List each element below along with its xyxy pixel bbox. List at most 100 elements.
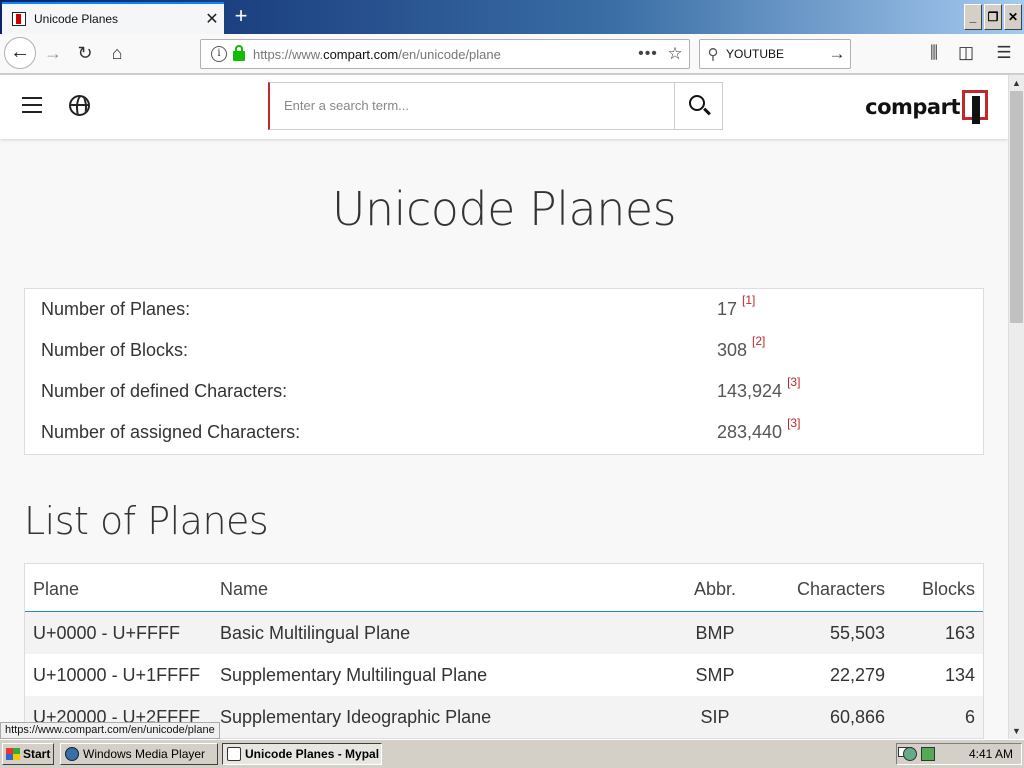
column-header-characters[interactable]: Characters — [785, 564, 885, 614]
vertical-scrollbar[interactable]: ▲ ▼ — [1008, 75, 1024, 739]
forward-arrow-icon: → — [44, 43, 62, 63]
plane-range: U+0000 - U+FFFF — [33, 623, 181, 643]
stat-label: Number of assigned Characters: — [41, 422, 301, 442]
tab-title: Unicode Planes — [34, 12, 119, 26]
table-header-row: Plane Name Abbr. Characters Blocks — [25, 564, 983, 612]
minimize-button[interactable]: _ — [964, 4, 982, 30]
reload-button[interactable]: ↻ — [72, 40, 98, 66]
plane-abbr: SIP — [700, 707, 730, 727]
new-tab-button[interactable]: + — [226, 3, 256, 31]
table-row[interactable]: U+10000 - U+1FFFF Supplementary Multilin… — [25, 654, 983, 696]
stat-value: 143,924 [3] — [717, 375, 801, 401]
bookmark-star-icon[interactable]: ☆ — [661, 44, 689, 64]
reload-icon: ↻ — [77, 43, 93, 63]
scroll-down-icon[interactable]: ▼ — [1009, 723, 1024, 739]
close-tab-icon[interactable]: ✕ — [200, 9, 224, 29]
network-icon[interactable] — [903, 747, 917, 761]
plane-blocks: 6 — [964, 707, 975, 727]
compart-logo[interactable]: compart — [865, 90, 992, 124]
home-icon: ⌂ — [111, 43, 123, 63]
browser-search-text[interactable]: YOUTUBE — [726, 47, 824, 61]
start-label: Start — [23, 747, 51, 761]
table-row[interactable]: U+0000 - U+FFFF Basic Multilingual Plane… — [25, 612, 983, 654]
close-window-button[interactable]: ✕ — [1004, 4, 1022, 30]
stat-value: 283,440 [3] — [717, 416, 801, 442]
column-header-blocks[interactable]: Blocks — [905, 564, 975, 614]
statistics-box: Number of Planes: 17 [1] Number of Blocks… — [24, 288, 984, 455]
sidebar-icon[interactable]: ◫ — [952, 40, 980, 66]
restore-button[interactable]: ❐ — [984, 4, 1002, 30]
language-globe-icon[interactable] — [69, 95, 90, 116]
forward-button[interactable]: → — [40, 40, 66, 66]
stat-label: Number of Planes: — [41, 299, 191, 319]
plane-characters: 22,279 — [829, 665, 885, 685]
compart-favicon-icon — [12, 12, 26, 26]
plane-blocks: 134 — [944, 665, 975, 685]
column-header-plane[interactable]: Plane — [33, 564, 79, 614]
hamburger-menu-icon[interactable] — [22, 97, 42, 113]
stat-value: 308 [2] — [717, 334, 766, 360]
footnote-link[interactable]: [3] — [787, 375, 800, 389]
lock-icon — [233, 45, 245, 61]
page-actions-icon[interactable]: ••• — [635, 45, 661, 63]
stat-row: Number of Planes: 17 [1] — [25, 289, 985, 330]
plane-range: U+10000 - U+1FFFF — [33, 665, 201, 685]
plane-name: Supplementary Multilingual Plane — [220, 665, 488, 685]
scroll-up-icon[interactable]: ▲ — [1009, 75, 1024, 91]
plane-blocks: 163 — [944, 623, 975, 643]
link-status-bar: https://www.compart.com/en/unicode/plane — [0, 722, 220, 739]
column-header-name[interactable]: Name — [220, 564, 268, 614]
plane-abbr: SMP — [695, 665, 735, 685]
task-mypal-browser[interactable]: Unicode Planes - Mypal — [222, 743, 382, 765]
mypal-browser-icon — [227, 747, 241, 761]
logo-text: compart — [865, 95, 960, 119]
section-title: List of Planes — [24, 499, 269, 543]
plane-characters: 55,503 — [829, 623, 885, 643]
url-text[interactable]: https://www.compart.com/en/unicode/plane — [253, 47, 635, 62]
task-label: Unicode Planes - Mypal — [245, 747, 380, 761]
site-search-button[interactable] — [674, 83, 722, 129]
stat-row: Number of assigned Characters: 283,440 [3… — [25, 412, 985, 453]
stat-row: Number of defined Characters: 143,924 [3] — [25, 371, 985, 412]
footnote-link[interactable]: [1] — [742, 293, 755, 307]
url-host: compart.com — [323, 46, 399, 62]
site-header: Enter a search term... compart — [0, 75, 1008, 139]
windows-flag-icon — [6, 748, 20, 760]
url-prefix: https://www. — [253, 46, 324, 62]
window-controls: _ ❐ ✕ — [964, 4, 1022, 30]
search-go-icon[interactable]: → — [824, 44, 850, 64]
footnote-link[interactable]: [3] — [787, 416, 800, 430]
planes-table: Plane Name Abbr. Characters Blocks U+000… — [24, 563, 984, 739]
site-search-box: Enter a search term... — [268, 82, 723, 130]
navigation-toolbar: ← → ↻ ⌂ i https://www.compart.com/en/uni… — [0, 34, 1024, 74]
plane-abbr: BMP — [695, 623, 735, 643]
task-label: Windows Media Player — [83, 747, 206, 761]
plane-name: Supplementary Ideographic Plane — [220, 707, 492, 727]
site-info-icon[interactable]: i — [211, 46, 227, 62]
plane-name: Basic Multilingual Plane — [220, 623, 411, 643]
tab-unicode-planes[interactable]: Unicode Planes ✕ — [2, 2, 224, 34]
footnote-link[interactable]: [2] — [752, 334, 765, 348]
site-search-input[interactable]: Enter a search term... — [284, 83, 409, 129]
scrollbar-thumb[interactable] — [1010, 91, 1023, 323]
stat-value: 17 [1] — [717, 293, 756, 319]
stat-label: Number of Blocks: — [41, 340, 189, 360]
task-windows-media-player[interactable]: Windows Media Player — [60, 743, 218, 765]
home-button[interactable]: ⌂ — [104, 40, 130, 66]
media-player-icon — [65, 747, 79, 761]
clock[interactable]: 4:41 AM — [969, 744, 1013, 764]
start-button[interactable]: Start — [2, 743, 54, 765]
library-icon[interactable]: ⫼ — [920, 40, 948, 66]
search-icon: ⚲ — [707, 46, 719, 63]
url-path: /en/unicode/plane — [398, 46, 501, 62]
menu-icon[interactable]: ☰ — [990, 40, 1018, 66]
back-button[interactable]: ← — [4, 37, 36, 69]
system-tray: 4:41 AM — [896, 743, 1022, 765]
browser-search-bar[interactable]: ⚲ YOUTUBE → — [699, 39, 851, 69]
volume-icon[interactable] — [921, 747, 935, 761]
page-title: Unicode Planes — [331, 182, 677, 236]
column-header-abbr[interactable]: Abbr. — [665, 564, 765, 614]
plane-characters: 60,866 — [829, 707, 885, 727]
web-page: Enter a search term... compart Unicode P… — [0, 75, 1008, 739]
url-bar[interactable]: i https://www.compart.com/en/unicode/pla… — [200, 39, 690, 69]
